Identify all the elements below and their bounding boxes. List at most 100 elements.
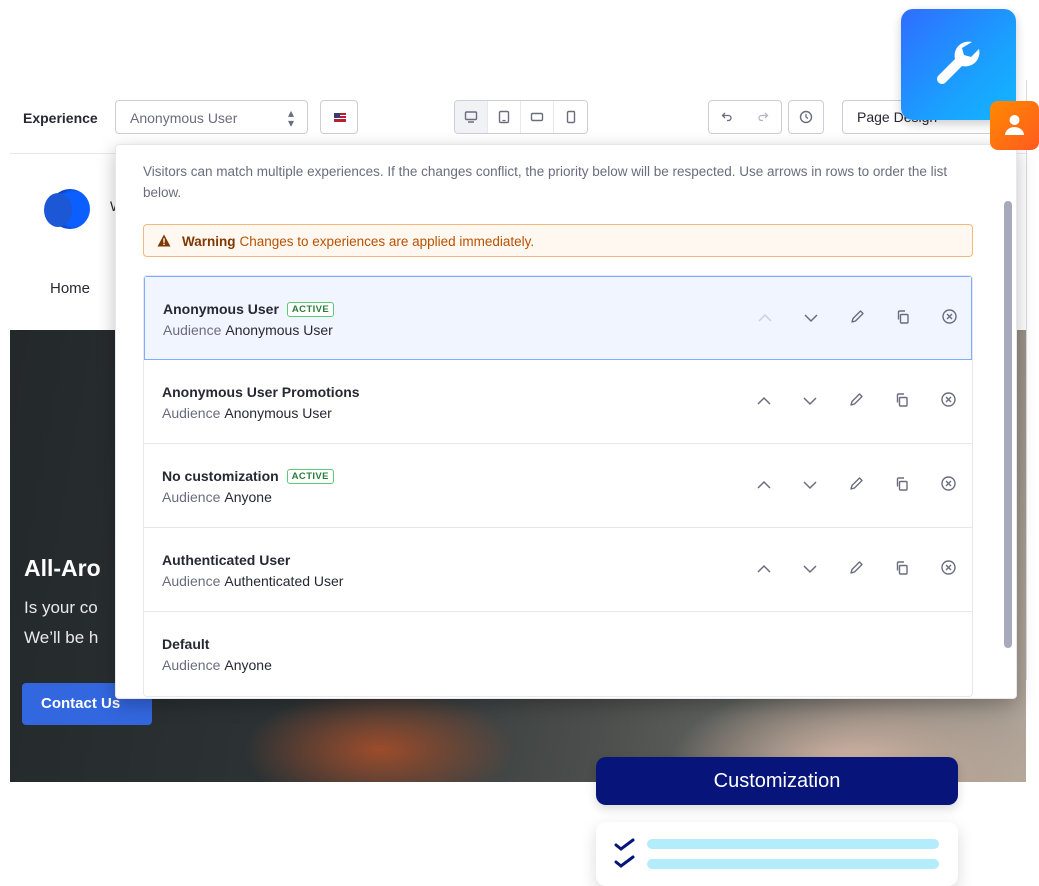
checklist-card	[596, 822, 958, 886]
landscape-icon	[530, 112, 544, 122]
experience-audience: Audience Anyone	[162, 489, 272, 505]
audience-value: Authenticated User	[224, 573, 344, 589]
move-down-button[interactable]	[787, 558, 833, 582]
tablet-icon	[498, 110, 510, 124]
pencil-icon	[848, 560, 864, 581]
pencil-icon	[849, 309, 865, 330]
audience-label: Audience	[162, 489, 221, 505]
experience-select-value: Anonymous User	[130, 110, 238, 126]
move-down-button[interactable]	[787, 390, 833, 414]
experience-row[interactable]: No customization ACTIVE Audience Anyone	[144, 444, 972, 528]
edit-button[interactable]	[833, 558, 879, 582]
copy-icon	[895, 309, 911, 330]
active-badge: ACTIVE	[286, 468, 334, 484]
site-logo[interactable]	[44, 189, 90, 229]
experience-name: Default	[162, 636, 209, 652]
experience-audience: Audience Anyone	[162, 657, 272, 673]
remove-circle-icon	[940, 475, 957, 497]
scrollbar[interactable]	[1004, 201, 1012, 648]
experience-row[interactable]: Default Audience Anyone	[144, 612, 972, 696]
chevron-down-icon	[802, 561, 818, 579]
nav-item-home[interactable]: Home	[50, 280, 90, 297]
copy-icon	[894, 392, 910, 413]
undo-button[interactable]	[709, 109, 745, 125]
check-icon	[614, 838, 635, 851]
pencil-icon	[848, 392, 864, 413]
edit-button[interactable]	[833, 474, 879, 498]
row-actions	[741, 390, 971, 414]
delete-button[interactable]	[925, 390, 971, 414]
tablet-preview-button[interactable]	[488, 101, 521, 133]
person-icon	[1005, 115, 1024, 135]
experience-row[interactable]: Anonymous User Promotions Audience Anonymo…	[144, 360, 972, 444]
chevron-down-icon	[802, 477, 818, 495]
experience-audience: Audience Anonymous User	[162, 405, 332, 421]
device-preview-group	[454, 100, 588, 134]
pencil-icon	[848, 476, 864, 497]
warning-title: Warning	[182, 234, 236, 249]
remove-circle-icon	[940, 391, 957, 413]
copy-icon	[894, 560, 910, 581]
desktop-preview-button[interactable]	[455, 101, 488, 133]
audience-value: Anyone	[224, 657, 272, 673]
page-edge-divider	[1026, 80, 1027, 680]
row-actions	[741, 558, 971, 582]
experience-list: Anonymous User ACTIVE Audience Anonymous Us…	[143, 275, 973, 697]
us-flag-icon	[334, 113, 346, 122]
hero-text-line: We’ll be h	[24, 628, 99, 647]
row-actions	[742, 307, 972, 331]
undo-icon	[721, 112, 732, 122]
remove-circle-icon	[940, 559, 957, 581]
delete-button[interactable]	[926, 307, 972, 331]
chevron-up-icon	[757, 310, 773, 328]
duplicate-button[interactable]	[879, 390, 925, 414]
chevron-down-icon	[803, 310, 819, 328]
edit-button[interactable]	[834, 307, 880, 331]
checklist-line	[647, 859, 939, 869]
priority-help-text: Visitors can match multiple experiences.…	[143, 164, 948, 200]
checklist-line	[647, 839, 939, 849]
experience-name-text: Default	[162, 636, 210, 652]
chevron-up-icon	[756, 561, 772, 579]
experience-name: Anonymous User ACTIVE	[163, 301, 335, 317]
history-button[interactable]	[788, 100, 824, 134]
move-down-button[interactable]	[787, 474, 833, 498]
experience-name: Authenticated User	[162, 552, 290, 568]
language-selector-button[interactable]	[320, 100, 358, 134]
audience-label: Audience	[163, 322, 222, 338]
experience-audience: Audience Authenticated User	[162, 573, 343, 589]
move-up-button[interactable]	[741, 474, 787, 498]
redo-button[interactable]	[745, 109, 781, 125]
chevron-down-icon	[802, 393, 818, 411]
edit-button[interactable]	[833, 390, 879, 414]
experience-select[interactable]: Anonymous User ▴ ▾	[115, 100, 308, 134]
duplicate-button[interactable]	[879, 474, 925, 498]
audience-label: Audience	[162, 573, 221, 589]
undo-redo-group	[708, 100, 782, 134]
warning-message: Changes to experiences are applied immed…	[239, 234, 535, 249]
user-badge-tile	[990, 101, 1039, 150]
experience-audience: Audience Anonymous User	[163, 322, 333, 338]
experience-name-text: Anonymous User Promotions	[162, 384, 360, 400]
experience-name-text: Authenticated User	[162, 552, 291, 568]
chevron-up-icon	[756, 477, 772, 495]
audience-label: Audience	[162, 405, 221, 421]
duplicate-button[interactable]	[880, 307, 926, 331]
experience-name-text: Anonymous User	[163, 301, 279, 317]
delete-button[interactable]	[925, 474, 971, 498]
duplicate-button[interactable]	[879, 558, 925, 582]
move-up-button[interactable]	[742, 307, 788, 331]
hero-title: All-Aro	[24, 555, 101, 581]
experience-name: Anonymous User Promotions	[162, 384, 360, 400]
remove-circle-icon	[941, 308, 958, 330]
landscape-preview-button[interactable]	[521, 101, 554, 133]
experience-row[interactable]: Authenticated User Audience Authenticated …	[144, 528, 972, 612]
move-down-button[interactable]	[788, 307, 834, 331]
experience-row[interactable]: Anonymous User ACTIVE Audience Anonymous Us…	[144, 276, 972, 360]
mobile-preview-button[interactable]	[554, 101, 587, 133]
customization-label-pill: Customization	[596, 757, 958, 805]
move-up-button[interactable]	[741, 390, 787, 414]
move-up-button[interactable]	[741, 558, 787, 582]
delete-button[interactable]	[925, 558, 971, 582]
experience-label: Experience	[23, 110, 98, 126]
